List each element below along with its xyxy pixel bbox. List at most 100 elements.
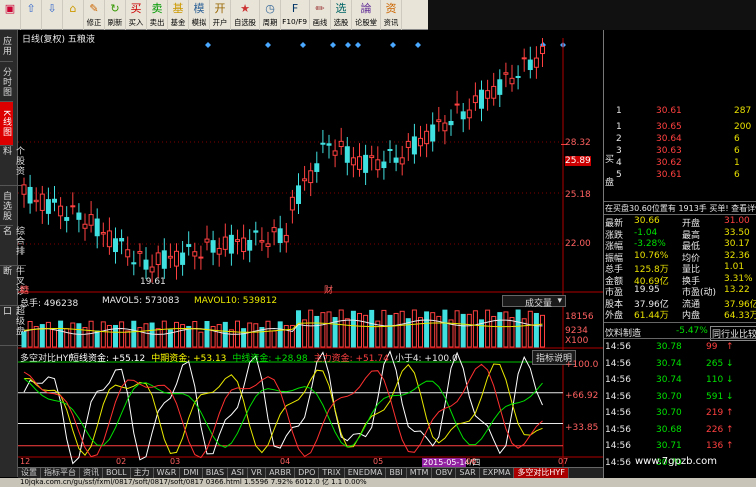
- indicator-tab[interactable]: VR: [248, 468, 267, 478]
- toolbar-button-select[interactable]: 选选股: [331, 0, 352, 30]
- buy-icon: 买: [130, 2, 142, 15]
- candle-body: [27, 186, 33, 204]
- side-tab-1[interactable]: 分时图: [0, 62, 13, 102]
- indicator-tab[interactable]: W&R: [154, 468, 181, 478]
- indicator-tab[interactable]: BOLL: [103, 468, 131, 478]
- chart-header: 日线(复权) 五粮液: [22, 35, 95, 45]
- candle-body: [350, 157, 356, 166]
- indicator-tab[interactable]: SAR: [456, 468, 480, 478]
- arrow-up-icon: ↑: [726, 408, 734, 418]
- quote-key: 外盘: [605, 311, 624, 321]
- sector-row: 饮料制造 -5.47% 同行业比较: [604, 326, 756, 341]
- order-notice[interactable]: 在买盘30.60位置有 1913手 买单! 查看详情: [605, 203, 756, 214]
- candle-body: [94, 218, 100, 237]
- indicator-tab[interactable]: 设置: [18, 468, 41, 478]
- toolbar-right-blank: [428, 0, 756, 30]
- toolbar-button-fix[interactable]: ✎ 修正: [84, 0, 105, 30]
- kline-chart[interactable]: [18, 30, 603, 467]
- toolbar-button-forum[interactable]: 論论股堂: [352, 0, 381, 30]
- event-diamond: [345, 42, 351, 48]
- candle-body: [228, 234, 234, 254]
- indicator-tab[interactable]: 多空对比HYF: [514, 468, 569, 478]
- indicator-tab[interactable]: EXPMA: [480, 468, 515, 478]
- indicator-tab[interactable]: ASI: [228, 468, 249, 478]
- candle-body: [70, 205, 76, 208]
- tick-row: 14:56 30.74 265 ↓: [604, 359, 756, 370]
- tick-price: 30.68: [656, 424, 682, 435]
- indicator-tab[interactable]: DMI: [180, 468, 203, 478]
- volume-bar: [314, 315, 320, 348]
- indicator-title: 多空对比HYF: [20, 354, 74, 364]
- indicator-tab[interactable]: 指标平台: [41, 468, 80, 478]
- tick-row: 14:56 30.78 99 ↑: [604, 342, 756, 353]
- volume-bar: [58, 320, 64, 348]
- tick-volume: 99: [706, 342, 718, 352]
- indicator-tab[interactable]: ENEDMA: [345, 468, 387, 478]
- toolbar-button-f10[interactable]: F F10/F9: [281, 0, 310, 30]
- toolbar-button-fund[interactable]: 基基金: [168, 0, 189, 30]
- indicator-tab[interactable]: OBV: [432, 468, 457, 478]
- toolbar-button-label: 选股: [333, 18, 349, 27]
- toolbar-button-sim[interactable]: 模模拟: [189, 0, 210, 30]
- indicator-tab[interactable]: MTM: [407, 468, 433, 478]
- toolbar-button-refresh[interactable]: ↻ 刷新: [105, 0, 126, 30]
- indicator-tab[interactable]: 资讯: [80, 468, 103, 478]
- toolbar-button-news[interactable]: 资资讯: [381, 0, 402, 30]
- candle-body: [88, 214, 94, 226]
- volume-bar: [253, 323, 259, 348]
- candle-body: [509, 77, 515, 85]
- toolbar-button-buy[interactable]: 买买入: [126, 0, 147, 30]
- toolbar-button-draw[interactable]: ✏ 画线: [310, 0, 331, 30]
- candle-body: [161, 250, 167, 269]
- volume-dropdown[interactable]: 成交量 ▾: [502, 295, 566, 309]
- tick-time: 14:56: [605, 408, 631, 418]
- toolbar-button-label: 自选股: [233, 18, 257, 27]
- candle-body: [167, 255, 173, 259]
- volume-bar: [64, 328, 70, 348]
- volume-bar: [430, 312, 436, 348]
- indicator-tab[interactable]: DPO: [295, 468, 320, 478]
- candle-body: [155, 252, 161, 266]
- toolbar-button-watchlist[interactable]: ★ 自选股: [231, 0, 260, 30]
- refresh-icon: ↻: [110, 2, 120, 15]
- quote-value: 1.01: [724, 262, 745, 272]
- volume-tick: X100: [565, 336, 589, 346]
- toolbar-button-home[interactable]: ⌂: [63, 0, 84, 30]
- fix-icon: ✎: [89, 2, 99, 15]
- side-tab-4[interactable]: 自选股: [0, 186, 13, 226]
- indicator-tab[interactable]: 主力: [131, 468, 154, 478]
- date-label: 03: [170, 457, 181, 466]
- toolbar-button-down[interactable]: ⇩: [42, 0, 63, 30]
- toolbar-button-period[interactable]: ◷ 周期: [260, 0, 281, 30]
- event-diamond: [355, 42, 361, 48]
- quote-row: 金额 40.69亿 换手 3.31%: [604, 274, 756, 287]
- date-label: 06: [466, 457, 477, 466]
- event-diamond: [390, 42, 396, 48]
- indicator-tab[interactable]: TRIX: [319, 468, 345, 478]
- candle-body: [192, 251, 198, 257]
- volume-bar: [271, 330, 277, 348]
- bid-row: 1 30.61 287: [604, 106, 756, 117]
- toolbar-button-sell[interactable]: 卖卖出: [147, 0, 168, 30]
- volume-bar: [344, 318, 350, 348]
- chart-area[interactable]: 日线(复权) 五粮液 19.61 糖 财 总手: 496238 MAVOL5: …: [18, 30, 603, 478]
- side-tab-2[interactable]: K线图: [0, 102, 13, 146]
- volume-bar: [393, 312, 399, 348]
- side-tab-0[interactable]: 应用: [0, 30, 13, 62]
- tick-volume: 219: [706, 408, 724, 418]
- candle-body: [106, 230, 112, 248]
- indicator-tab[interactable]: BIAS: [203, 468, 229, 478]
- indicator-tab[interactable]: BBI: [386, 468, 407, 478]
- toolbar-button-up[interactable]: ⇧: [21, 0, 42, 30]
- home-icon: ⌂: [69, 2, 77, 15]
- volume-bar: [143, 323, 149, 348]
- volume-tick: 9234: [565, 326, 588, 336]
- toolbar-button-label: 周期: [262, 18, 278, 27]
- bid-volume: 200: [734, 122, 752, 132]
- volume-bar: [533, 312, 539, 348]
- indicator-tab[interactable]: ARBR: [266, 468, 296, 478]
- bid-price: 30.62: [656, 158, 682, 168]
- toolbar-button-stock[interactable]: ▣: [0, 0, 21, 30]
- candle-body: [100, 231, 106, 235]
- toolbar-button-account[interactable]: 开开户: [210, 0, 231, 30]
